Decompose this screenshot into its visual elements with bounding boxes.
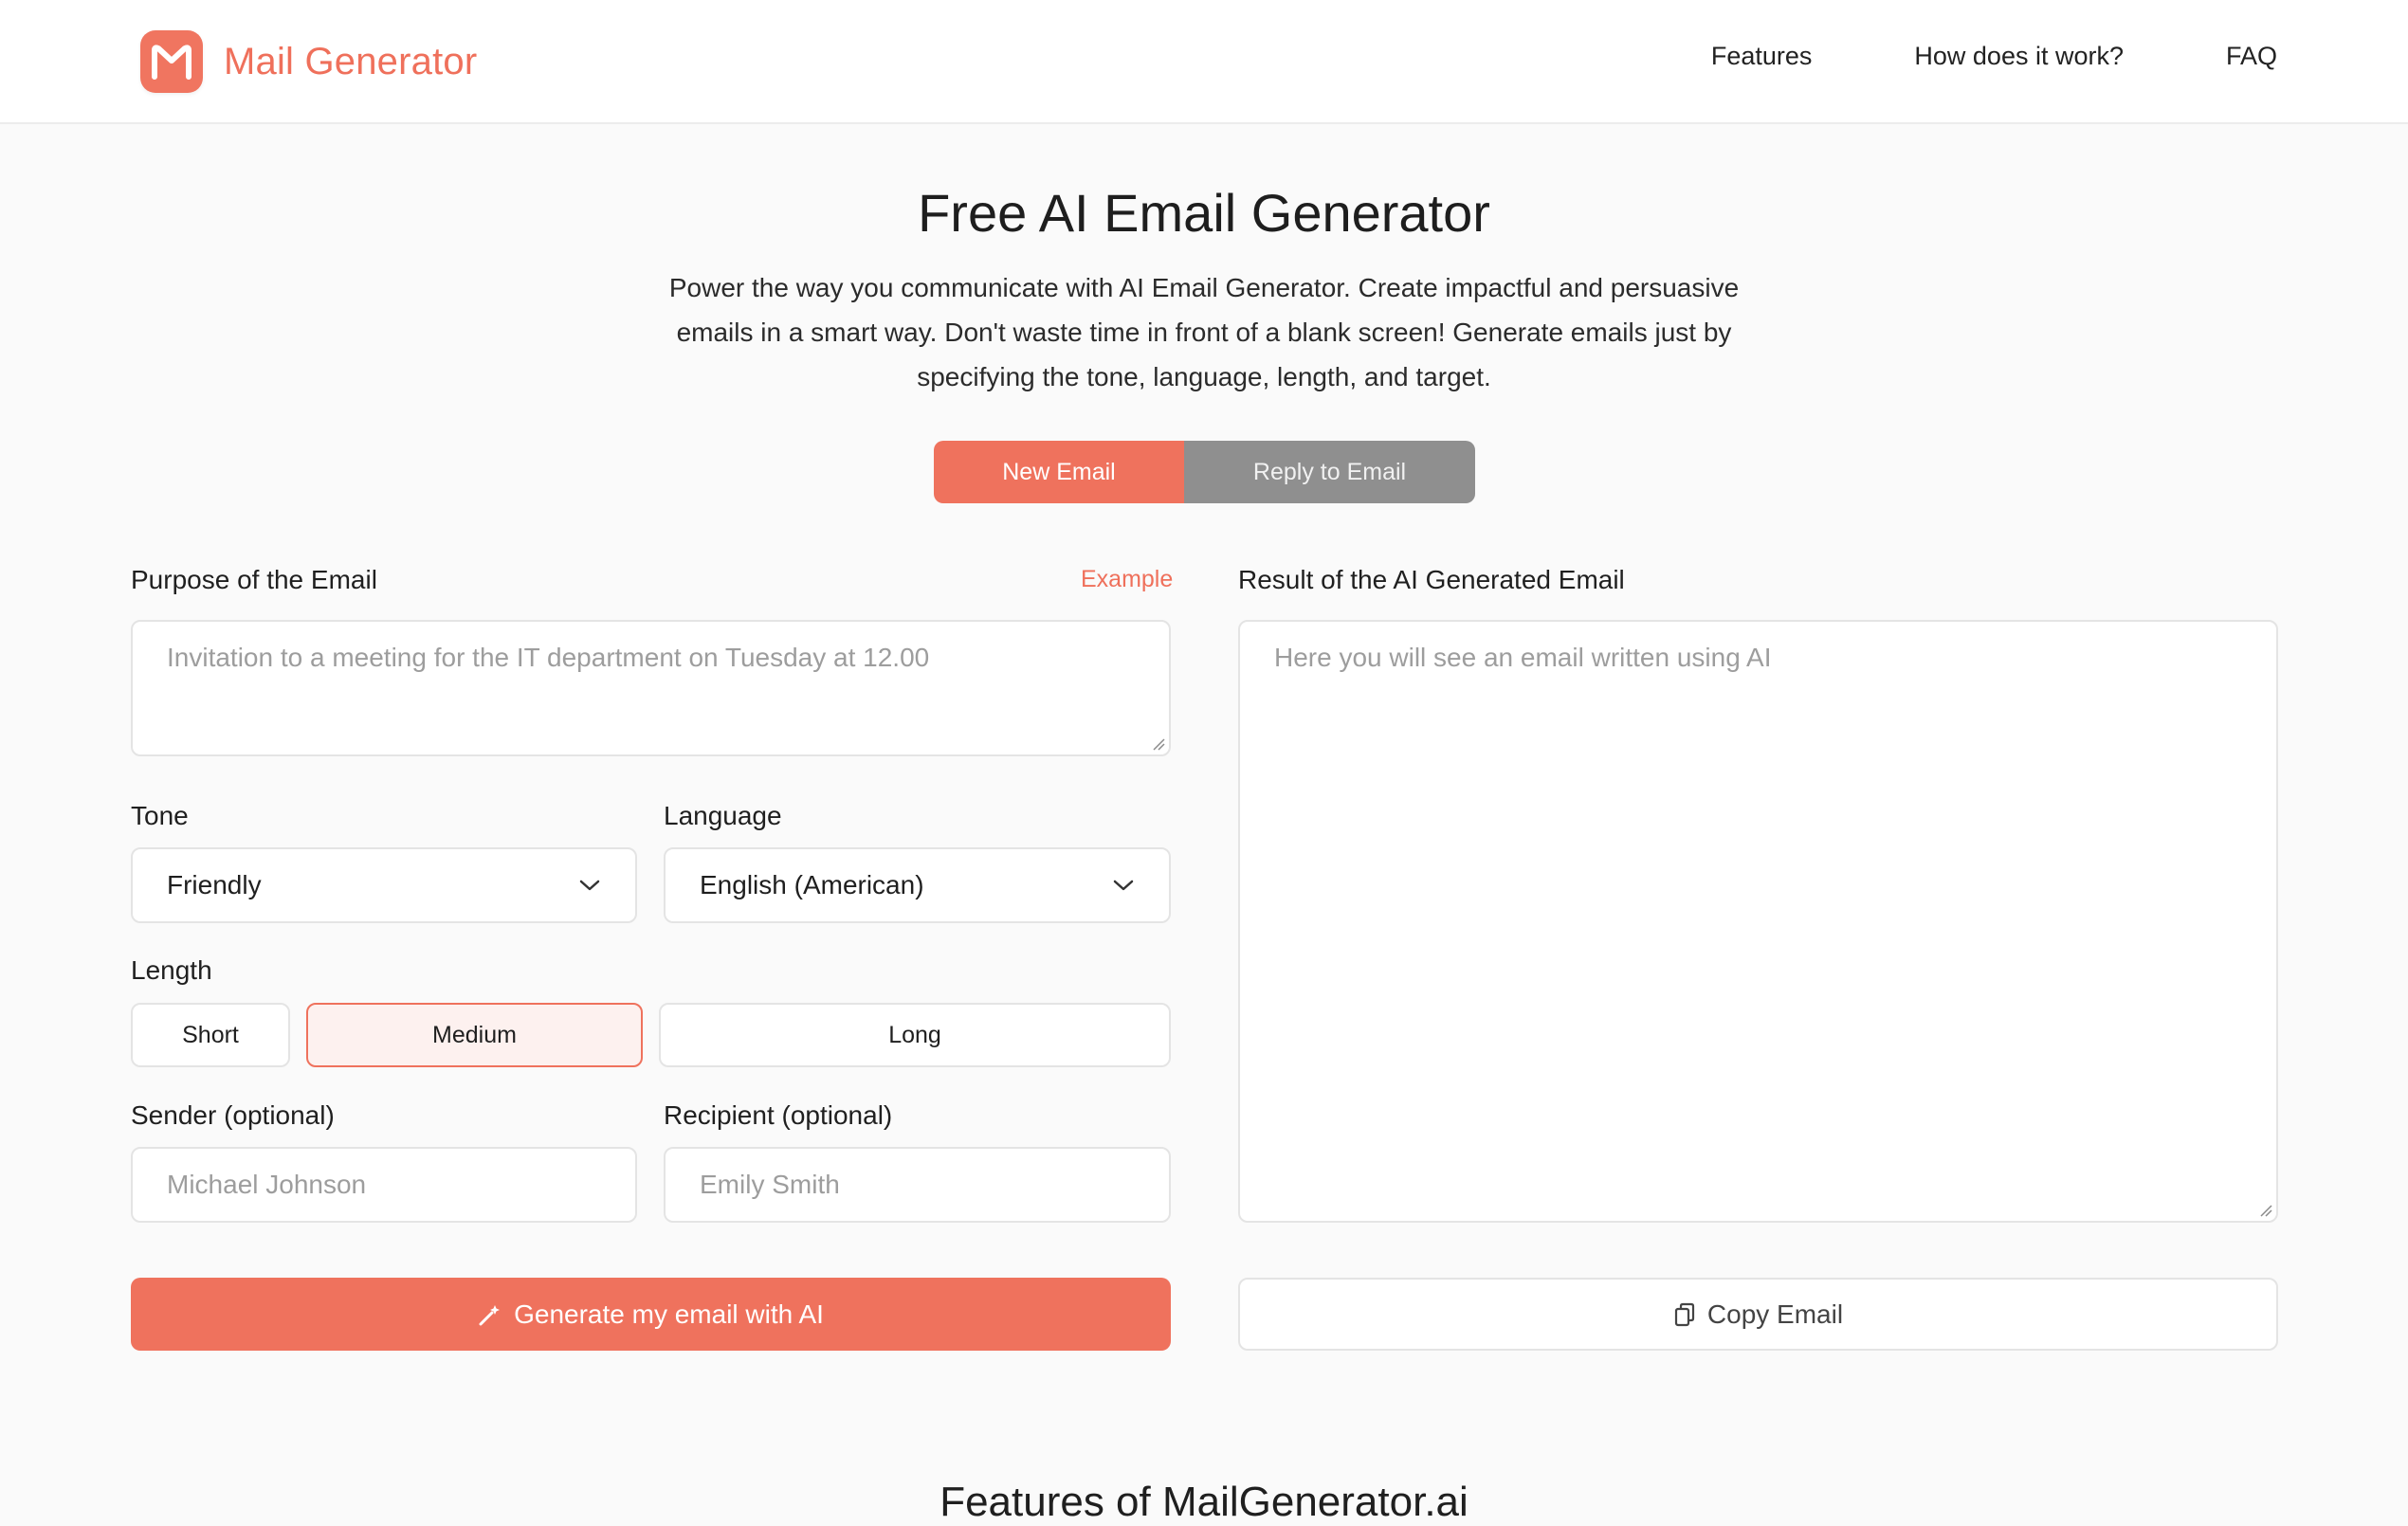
sender-input[interactable]: Michael Johnson: [131, 1147, 637, 1223]
purpose-textarea[interactable]: Invitation to a meeting for the IT depar…: [131, 620, 1171, 756]
mail-m-icon: [140, 30, 203, 93]
tone-label: Tone: [131, 801, 189, 830]
mode-toggle: New Email Reply to Email: [934, 441, 1475, 503]
sender-placeholder: Michael Johnson: [167, 1170, 367, 1199]
page-title: Free AI Email Generator: [918, 183, 1490, 243]
recipient-placeholder: Emily Smith: [700, 1170, 840, 1199]
length-medium-button[interactable]: Medium: [306, 1003, 643, 1067]
length-label: Length: [131, 955, 212, 985]
nav-link-how-it-works[interactable]: How does it work?: [1914, 42, 2124, 71]
language-label: Language: [664, 801, 782, 830]
language-value: English (American): [700, 870, 924, 899]
nav-link-features[interactable]: Features: [1711, 42, 1813, 71]
tone-value: Friendly: [167, 870, 262, 899]
result-placeholder: Here you will see an email written using…: [1274, 643, 1772, 672]
tab-new-email[interactable]: New Email: [934, 441, 1184, 503]
generate-label: Generate my email with AI: [514, 1299, 824, 1329]
resize-handle-icon[interactable]: [2259, 1204, 2272, 1217]
length-short-button[interactable]: Short: [131, 1003, 290, 1067]
copy-email-button[interactable]: Copy Email: [1238, 1278, 2278, 1351]
recipient-input[interactable]: Emily Smith: [664, 1147, 1171, 1223]
example-link[interactable]: Example: [1081, 566, 1173, 593]
resize-handle-icon[interactable]: [1152, 737, 1165, 751]
result-label: Result of the AI Generated Email: [1238, 565, 1625, 594]
copy-label: Copy Email: [1706, 1299, 1844, 1329]
top-header: Mail Generator Features How does it work…: [0, 0, 2408, 124]
brand-name: Mail Generator: [224, 40, 478, 82]
chevron-down-icon: [579, 880, 600, 891]
purpose-placeholder: Invitation to a meeting for the IT depar…: [167, 643, 930, 672]
generate-email-button[interactable]: Generate my email with AI: [131, 1278, 1171, 1351]
result-textarea[interactable]: Here you will see an email written using…: [1238, 620, 2278, 1223]
sender-label: Sender (optional): [131, 1100, 335, 1130]
purpose-label: Purpose of the Email: [131, 565, 377, 594]
nav-link-faq[interactable]: FAQ: [2226, 42, 2277, 71]
brand-logo[interactable]: Mail Generator: [140, 30, 477, 93]
length-long-button[interactable]: Long: [659, 1003, 1171, 1067]
recipient-label: Recipient (optional): [664, 1100, 893, 1130]
main-nav: Features How does it work? FAQ: [1711, 42, 2277, 71]
magic-wand-icon: [479, 1304, 501, 1325]
features-heading: Features of MailGenerator.ai: [939, 1479, 1469, 1525]
language-select[interactable]: English (American): [664, 847, 1171, 923]
chevron-down-icon: [1113, 880, 1134, 891]
tone-select[interactable]: Friendly: [131, 847, 637, 923]
page-description: Power the way you communicate with AI Em…: [668, 273, 1740, 391]
copy-icon: [1674, 1302, 1695, 1326]
tab-reply-to-email[interactable]: Reply to Email: [1184, 441, 1475, 503]
